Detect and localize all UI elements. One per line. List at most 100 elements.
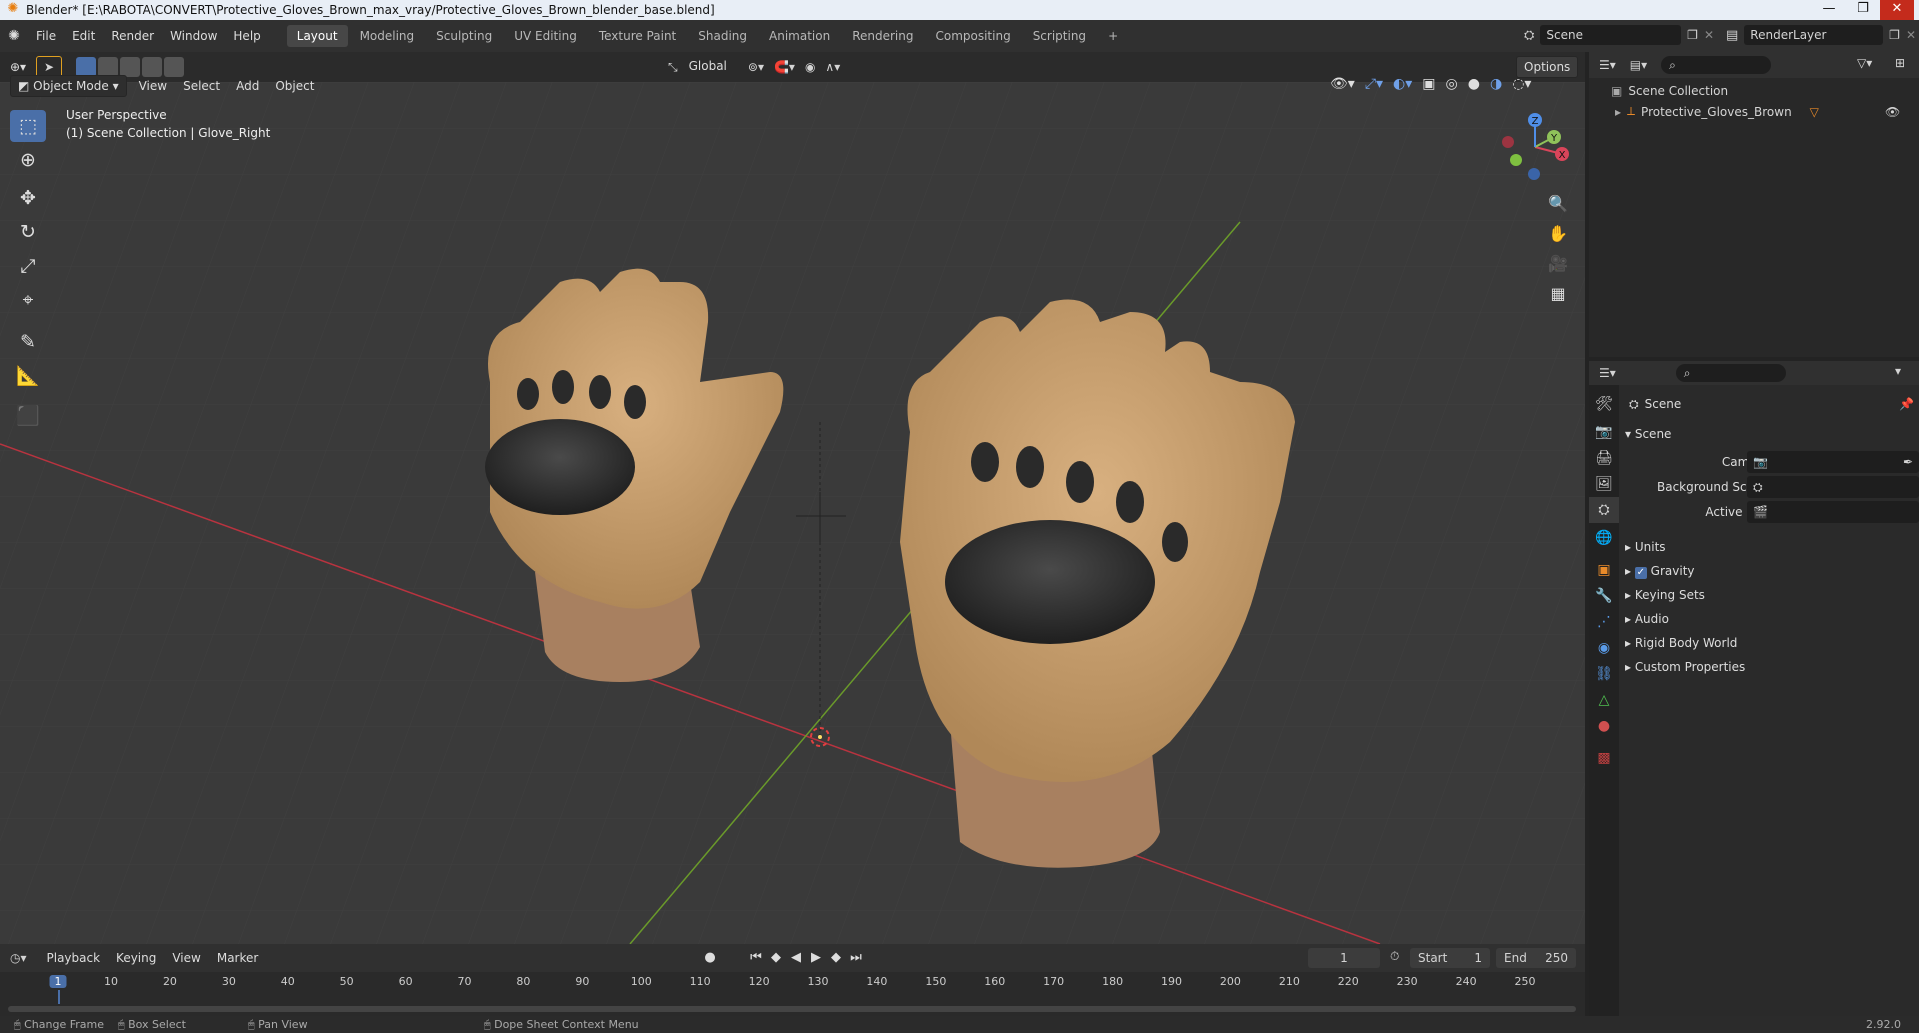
new-collection-icon[interactable]: ⊞ [1895,56,1905,70]
new-view-layer-icon[interactable]: ❐ [1889,28,1900,42]
tab-rendering[interactable]: Rendering [842,25,923,47]
output-tab-icon[interactable]: 🖨 [1589,445,1619,471]
gizmo-neg-x-icon[interactable] [1502,136,1514,148]
data-tab-icon[interactable]: △ [1589,687,1619,713]
close-icon[interactable]: ✕ [1880,0,1914,20]
viewport-menu-select[interactable]: Select [175,79,228,93]
tab-uv-editing[interactable]: UV Editing [504,25,587,47]
tab-modeling[interactable]: Modeling [350,25,425,47]
object-mode-dropdown[interactable]: ◩ Object Mode ▾ [10,75,127,97]
units-subpanel[interactable]: ▸ Units [1625,536,1666,558]
scene-panel-header[interactable]: ▾ Scene [1625,423,1671,445]
object-tab-icon[interactable]: ▣ [1589,557,1619,583]
gravity-checkbox[interactable]: ✓ [1634,567,1647,579]
shading-material-icon[interactable]: ◑ [1490,76,1502,92]
rotate-tool[interactable]: ↻ [10,216,46,248]
ortho-grid-icon[interactable]: ▦ [1544,280,1572,308]
playhead-line[interactable] [58,990,60,1004]
navigation-gizmo[interactable]: X Y Z [1490,112,1580,182]
tab-animation[interactable]: Animation [759,25,840,47]
new-scene-icon[interactable]: ❐ [1687,28,1698,42]
move-tool[interactable]: ✥ [10,182,46,214]
menu-window[interactable]: Window [162,20,225,52]
outliner-item[interactable]: ▸ ⟂ Protective_Gloves_Brown ▽ 👁 [1615,104,1915,119]
viewport-menu-view[interactable]: View [131,79,175,93]
gizmo-toggle-icon[interactable]: ⤢▾ [1365,76,1383,92]
keying-sets-subpanel[interactable]: ▸ Keying Sets [1625,584,1705,606]
view-layer-selector[interactable]: ▤ RenderLayer ❐ ✕ [1726,24,1916,46]
measure-tool[interactable]: 📐 [10,360,46,392]
tab-shading[interactable]: Shading [688,25,757,47]
render-tab-icon[interactable]: 📷 [1589,419,1619,445]
scene-tab-icon[interactable]: ⛭ [1589,497,1619,523]
shading-rendered-icon[interactable]: ◌▾ [1512,76,1531,92]
background-scene-field[interactable]: ⛭ [1747,476,1919,498]
visibility-icon[interactable]: 👁▾ [1330,76,1355,92]
camera-field[interactable]: 📷 ✒ [1747,451,1919,473]
audio-subpanel[interactable]: ▸ Audio [1625,608,1669,630]
viewport-menu-object[interactable]: Object [267,79,322,93]
gravity-subpanel[interactable]: ▸ ✓ Gravity [1625,560,1695,582]
tab-scripting[interactable]: Scripting [1023,25,1096,47]
properties-search-input[interactable]: ⌕ [1675,364,1786,382]
add-cube-tool[interactable]: ⬛ [10,400,46,432]
pan-hand-icon[interactable]: ✋ [1544,220,1572,248]
timeline-scrollbar[interactable] [8,1006,1576,1012]
properties-editor-type-icon[interactable]: ☰▾ [1599,366,1616,380]
tab-texture-paint[interactable]: Texture Paint [589,25,686,47]
minimize-icon[interactable]: — [1812,0,1846,20]
transform-tool[interactable]: ⌖ [10,284,46,316]
overlay-toggle-icon[interactable]: ◐▾ [1393,76,1412,92]
menu-render[interactable]: Render [103,20,162,52]
custom-properties-subpanel[interactable]: ▸ Custom Properties [1625,656,1745,678]
expand-arrow-icon[interactable]: ▸ [1615,105,1621,119]
display-mode-icon[interactable]: ▤▾ [1630,58,1647,72]
gizmo-neg-z-icon[interactable] [1528,168,1540,180]
gizmo-neg-y-icon[interactable] [1510,154,1522,166]
outliner-editor-type-icon[interactable]: ☰▾ [1599,58,1616,72]
shading-wireframe-icon[interactable]: ◎ [1446,76,1458,92]
material-tab-icon[interactable]: ● [1589,713,1619,739]
tool-tab-icon[interactable]: 🛠 [1589,391,1619,417]
3d-viewport[interactable]: User Perspective (1) Scene Collection | … [0,82,1585,944]
view-layer-name[interactable]: RenderLayer [1744,25,1884,45]
menu-help[interactable]: Help [225,20,268,52]
modifiers-tab-icon[interactable]: 🔧 [1589,583,1619,609]
annotate-tool[interactable]: ✎ [10,326,46,358]
properties-options-icon[interactable]: ▾ [1895,364,1901,378]
modifier-icon[interactable]: ▽ [1810,105,1819,119]
constraints-tab-icon[interactable]: ⛓ [1589,661,1619,687]
visibility-eye-icon[interactable]: 👁 [1885,105,1900,119]
remove-view-layer-icon[interactable]: ✕ [1906,28,1916,42]
eyedropper-icon[interactable]: ✒ [1903,451,1913,473]
rigid-body-world-subpanel[interactable]: ▸ Rigid Body World [1625,632,1737,654]
menu-file[interactable]: File [28,20,64,52]
physics-tab-icon[interactable]: ◉ [1589,635,1619,661]
tab-compositing[interactable]: Compositing [925,25,1020,47]
outliner-scene-collection[interactable]: ▣ Scene Collection [1611,84,1728,98]
xray-icon[interactable]: ▣ [1422,76,1435,92]
zoom-icon[interactable]: 🔍 [1544,190,1572,218]
select-box-tool[interactable]: ⬚ [10,110,46,142]
scene-name[interactable]: Scene [1540,25,1682,45]
scale-tool[interactable]: ⤢ [10,250,46,282]
outliner-search-input[interactable]: ⌕ [1661,56,1772,74]
texture-tab-icon[interactable]: ▩ [1589,745,1619,771]
add-workspace-icon[interactable]: + [1098,25,1128,47]
active-clip-field[interactable]: 🎬 [1747,501,1919,523]
remove-scene-icon[interactable]: ✕ [1704,28,1714,42]
cursor-tool[interactable]: ⊕ [10,144,46,176]
restore-icon[interactable]: ❐ [1846,0,1880,20]
menu-edit[interactable]: Edit [64,20,103,52]
camera-view-icon[interactable]: 🎥 [1544,250,1572,278]
view-layer-tab-icon[interactable]: 🖼 [1589,471,1619,497]
pin-icon[interactable]: 📌 [1899,393,1914,415]
particles-tab-icon[interactable]: ⋰ [1589,609,1619,635]
shading-solid-icon[interactable]: ● [1468,76,1480,92]
filter-icon[interactable]: ▽▾ [1857,56,1872,70]
viewport-menu-add[interactable]: Add [228,79,267,93]
world-tab-icon[interactable]: 🌐 [1589,525,1619,551]
scene-selector[interactable]: ⛭ Scene ❐ ✕ [1524,24,1714,46]
tab-layout[interactable]: Layout [286,25,348,47]
tab-sculpting[interactable]: Sculpting [426,25,502,47]
